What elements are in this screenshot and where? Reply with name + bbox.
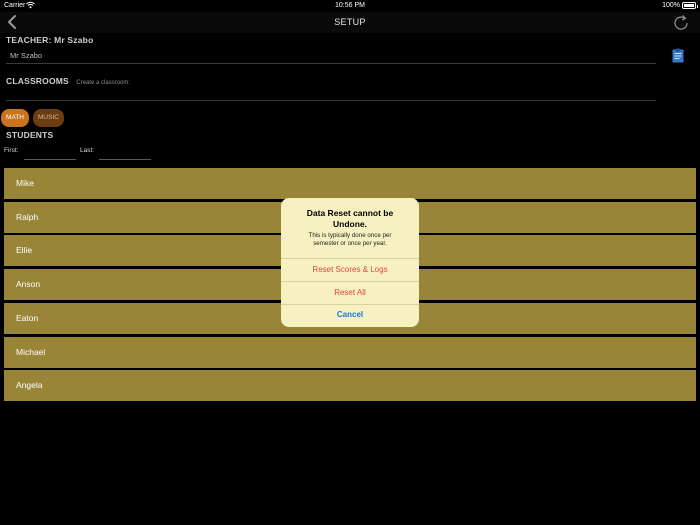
last-name-underline [99,159,151,160]
clock: 10:56 PM [335,2,365,9]
alert-title: Data Reset cannot be Undone. [306,208,394,229]
last-name-label: Last: [80,147,95,154]
student-row[interactable]: Angela [4,370,696,401]
student-row[interactable]: Michael [4,337,696,368]
classroom-chip-music[interactable]: MUSIC [33,109,64,127]
status-bar: Carrier 10:56 PM 100% [0,0,700,12]
last-name-field[interactable]: Last: [80,147,151,160]
first-name-underline [24,159,76,160]
alert-message: This is typically done once per semester… [308,232,392,247]
battery-percentage: 100% [662,2,680,9]
navigation-bar: SETUP [0,12,700,33]
clipboard-icon[interactable] [672,48,684,63]
first-name-label: First: [4,147,19,154]
reset-scores-logs-button[interactable]: Reset Scores & Logs [281,259,419,281]
classroom-chip-math[interactable]: MATH [1,109,29,127]
page-title: SETUP [334,17,366,27]
teacher-heading: TEACHER: Mr Szabo [6,35,94,45]
classroom-input[interactable] [6,85,656,101]
battery-icon [682,2,698,9]
cancel-button[interactable]: Cancel [281,304,419,326]
first-name-field[interactable]: First: [4,147,76,160]
teacher-name-field[interactable]: Mr Szabo [6,49,656,64]
student-row[interactable]: Mike [4,168,696,199]
reset-all-button[interactable]: Reset All [281,282,419,304]
data-reset-alert: Data Reset cannot be Undone. This is typ… [281,198,419,327]
students-heading: STUDENTS [6,130,54,140]
refresh-icon[interactable] [672,14,690,32]
